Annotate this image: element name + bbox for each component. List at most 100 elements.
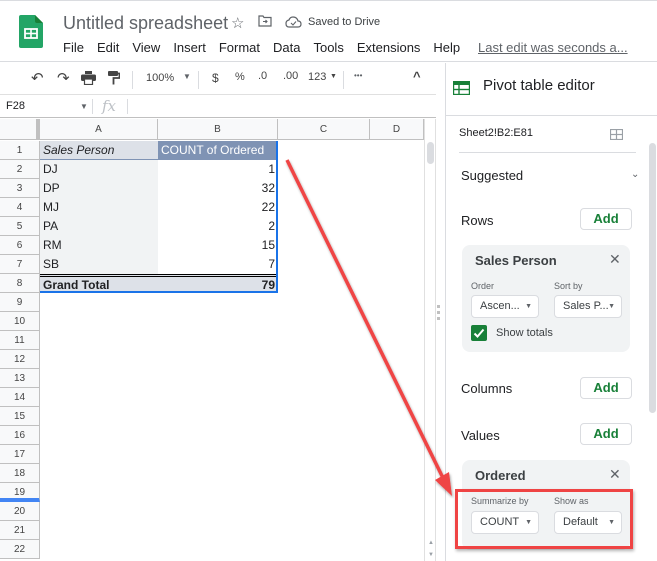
menu-tools[interactable]: Tools — [313, 40, 343, 55]
pivot-row-value[interactable]: 1 — [158, 160, 278, 179]
add-value-button[interactable]: Add — [580, 423, 632, 445]
collapse-toolbar-icon[interactable]: ^ — [413, 69, 421, 84]
pivot-row-label[interactable]: PA — [40, 217, 158, 236]
show-totals-checkbox[interactable] — [471, 325, 487, 341]
row-header[interactable]: 5 — [0, 217, 40, 236]
row-header[interactable]: 7 — [0, 255, 40, 274]
pivot-row-value[interactable]: 2 — [158, 217, 278, 236]
order-select[interactable]: Ascen... ▼ — [471, 295, 539, 318]
panel-scrollbar[interactable] — [649, 143, 656, 413]
formula-bar: F28 ▼ fx — [0, 96, 436, 118]
row-header[interactable]: 16 — [0, 426, 40, 445]
row-header[interactable]: 15 — [0, 407, 40, 426]
zoom-select[interactable]: 100% — [146, 72, 174, 84]
column-header-a[interactable]: A — [40, 119, 158, 140]
redo-icon[interactable]: ↷ — [57, 69, 70, 87]
zoom-dropdown-icon[interactable]: ▼ — [183, 72, 191, 81]
remove-value-field-icon[interactable]: ✕ — [609, 466, 621, 483]
row-header[interactable]: 2 — [0, 160, 40, 179]
row-header[interactable]: 1 — [0, 141, 40, 160]
sortby-select[interactable]: Sales P... ▼ — [554, 295, 622, 318]
pivot-header-count[interactable]: COUNT of Ordered — [158, 141, 278, 160]
data-range[interactable]: Sheet2!B2:E81 — [459, 127, 533, 139]
menu-file[interactable]: File — [63, 40, 84, 55]
pivot-row-label[interactable]: SB — [40, 255, 158, 274]
last-edit-link[interactable]: Last edit was seconds a... — [478, 40, 628, 55]
pivot-row-value[interactable]: 15 — [158, 236, 278, 255]
order-label: Order — [471, 281, 495, 291]
row-header[interactable]: 9 — [0, 293, 40, 312]
title-bar: Untitled spreadsheet ☆ Saved to Drive Fi… — [0, 0, 657, 62]
number-format-dropdown-icon[interactable]: ▼ — [330, 73, 337, 80]
row-header[interactable]: 4 — [0, 198, 40, 217]
row-header[interactable]: 3 — [0, 179, 40, 198]
row-header[interactable]: 10 — [0, 312, 40, 331]
name-box-dropdown-icon[interactable]: ▼ — [80, 102, 88, 111]
star-icon[interactable]: ☆ — [231, 14, 244, 32]
select-range-icon[interactable] — [610, 129, 623, 140]
sheets-logo-icon[interactable] — [19, 15, 43, 48]
menu-data[interactable]: Data — [273, 40, 300, 55]
pivot-table-editor: Pivot table editor Sheet2!B2:E81 Suggest… — [445, 63, 657, 561]
column-header-b[interactable]: B — [158, 119, 278, 140]
add-row-button[interactable]: Add — [580, 208, 632, 230]
row-header[interactable]: 19 — [0, 483, 40, 502]
pivot-row-label[interactable]: DJ — [40, 160, 158, 179]
name-box[interactable]: F28 — [6, 100, 25, 112]
more-options-button[interactable]: ••• — [354, 71, 362, 80]
pivot-row-label[interactable]: DP — [40, 179, 158, 198]
column-header-d[interactable]: D — [370, 119, 424, 140]
paint-format-icon[interactable] — [108, 71, 121, 88]
formula-input[interactable] — [132, 98, 422, 116]
pivot-header-sales-person[interactable]: Sales Person — [40, 141, 158, 160]
select-all-corner[interactable] — [0, 119, 40, 140]
row-header[interactable]: 14 — [0, 388, 40, 407]
document-title[interactable]: Untitled spreadsheet — [63, 13, 228, 34]
grand-total-label[interactable]: Grand Total — [40, 274, 158, 293]
currency-format-button[interactable]: $ — [212, 71, 219, 85]
order-dropdown-icon: ▼ — [525, 303, 532, 310]
undo-icon[interactable]: ↶ — [31, 69, 44, 87]
rows-label: Rows — [461, 213, 494, 228]
row-header[interactable]: 13 — [0, 369, 40, 388]
menu-format[interactable]: Format — [219, 40, 260, 55]
pivot-row-label[interactable]: MJ — [40, 198, 158, 217]
add-column-button[interactable]: Add — [580, 377, 632, 399]
row-header[interactable]: 17 — [0, 445, 40, 464]
percent-format-button[interactable]: % — [235, 71, 245, 83]
grand-total-value[interactable]: 79 — [158, 274, 278, 293]
row-header[interactable]: 18 — [0, 464, 40, 483]
row-header[interactable]: 6 — [0, 236, 40, 255]
row-header[interactable]: 21 — [0, 521, 40, 540]
menu-extensions[interactable]: Extensions — [357, 40, 421, 55]
row-header[interactable]: 11 — [0, 331, 40, 350]
menu-help[interactable]: Help — [433, 40, 460, 55]
remove-row-field-icon[interactable]: ✕ — [609, 251, 621, 268]
row-header[interactable]: 8 — [0, 274, 40, 293]
menu-edit[interactable]: Edit — [97, 40, 119, 55]
column-header-c[interactable]: C — [278, 119, 370, 140]
row-header[interactable]: 12 — [0, 350, 40, 369]
print-icon[interactable] — [81, 71, 96, 88]
grid-vertical-scrollbar[interactable]: ▲ ▼ — [424, 119, 436, 561]
scroll-down-icon[interactable]: ▼ — [428, 552, 434, 558]
pivot-row-value[interactable]: 7 — [158, 255, 278, 274]
row-header[interactable]: 20 — [0, 502, 40, 521]
row-header[interactable]: 22 — [0, 540, 40, 559]
grid-scroll-thumb[interactable] — [427, 142, 434, 164]
pivot-row-value[interactable]: 32 — [158, 179, 278, 198]
suggested-chevron-down-icon[interactable]: ⌄ — [631, 169, 639, 180]
panel-resize-handle[interactable] — [437, 305, 441, 327]
increase-decimal-button[interactable]: .00 — [283, 70, 298, 82]
move-to-folder-icon[interactable] — [258, 14, 272, 31]
suggested-section[interactable]: Suggested — [461, 168, 523, 183]
menu-insert[interactable]: Insert — [173, 40, 206, 55]
number-format-button[interactable]: 123 — [308, 71, 326, 83]
menu-view[interactable]: View — [132, 40, 160, 55]
cloud-saved-icon[interactable] — [285, 15, 302, 32]
pivot-row-label[interactable]: RM — [40, 236, 158, 255]
sortby-label: Sort by — [554, 281, 583, 291]
pivot-row-value[interactable]: 22 — [158, 198, 278, 217]
scroll-up-icon[interactable]: ▲ — [428, 540, 434, 546]
decrease-decimal-button[interactable]: .0 — [258, 70, 267, 82]
